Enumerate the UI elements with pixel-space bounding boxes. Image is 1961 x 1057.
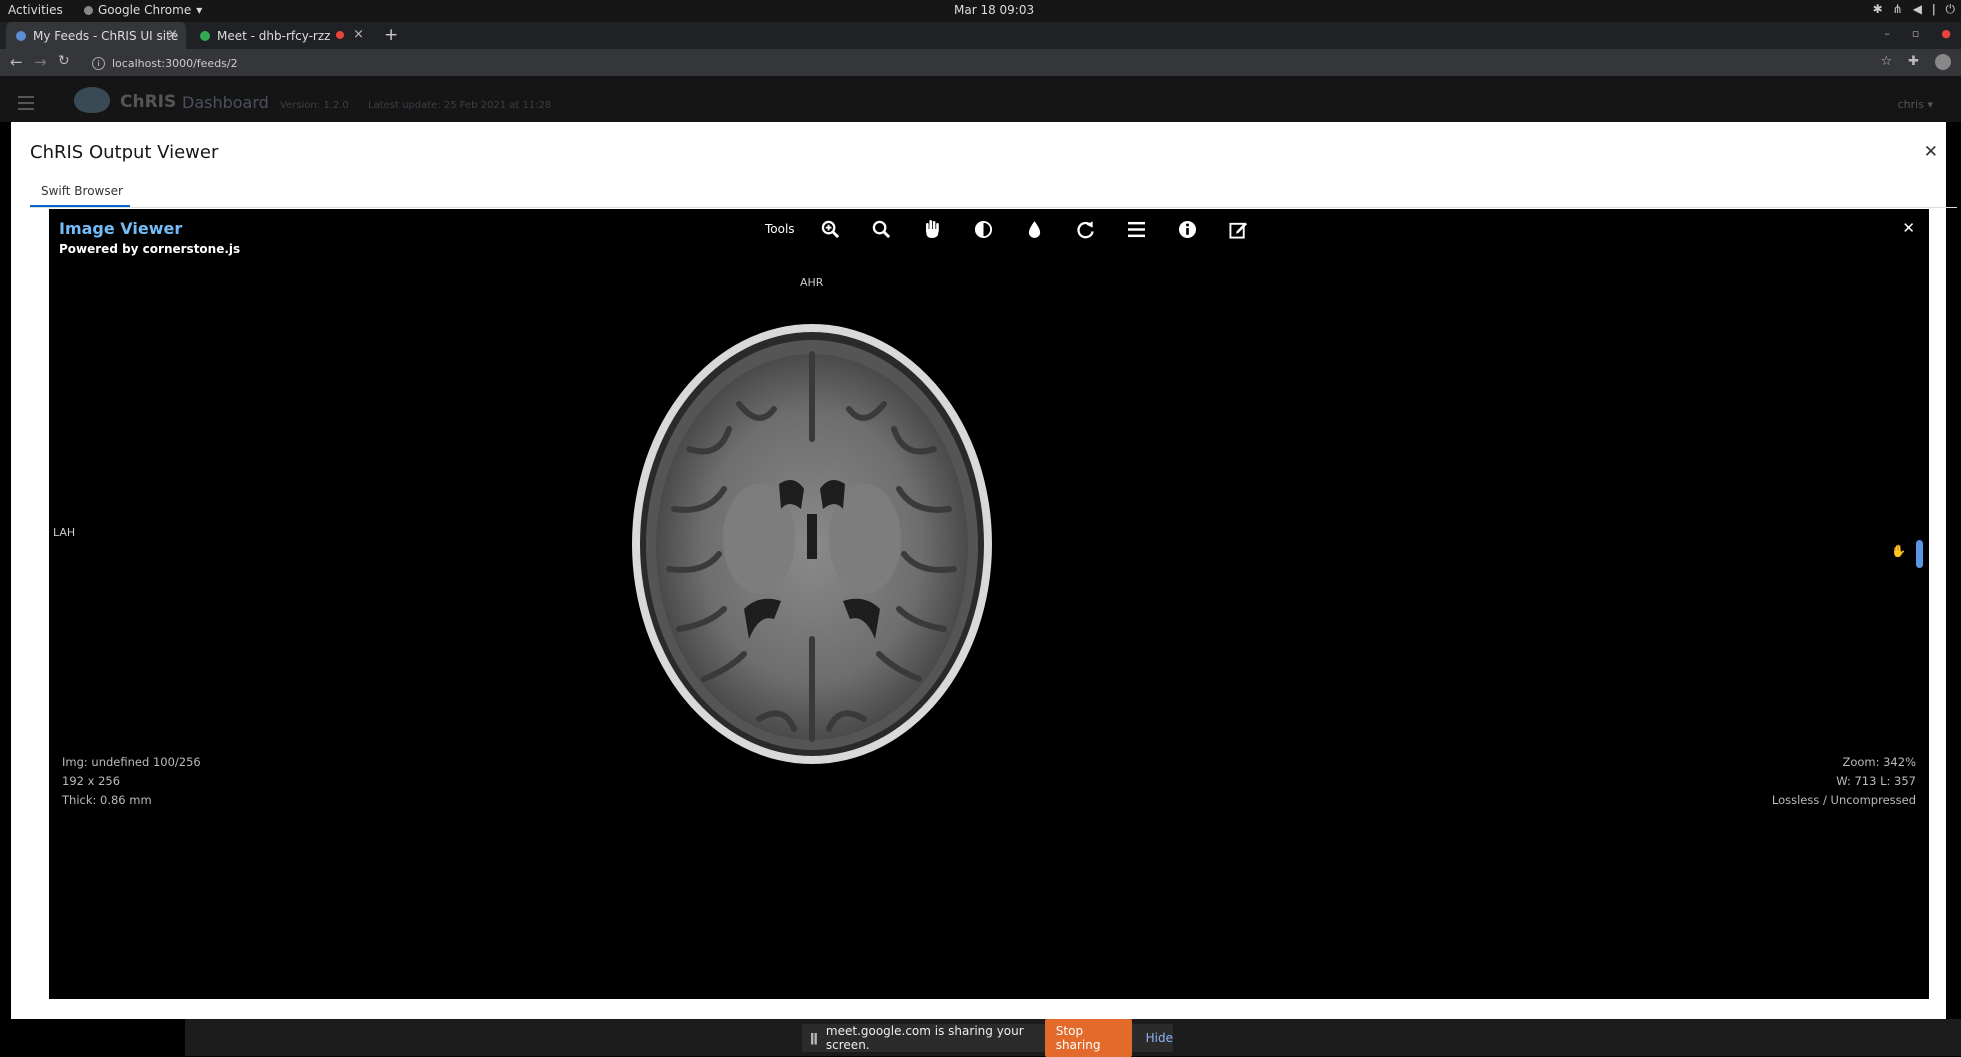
image-index: Img: undefined 100/256 bbox=[62, 755, 201, 769]
color-drop-icon[interactable] bbox=[1009, 216, 1060, 242]
search-icon[interactable] bbox=[856, 216, 907, 242]
zoom-icon[interactable] bbox=[805, 216, 856, 242]
orientation-left-label: LAH bbox=[53, 526, 76, 539]
window-controls: – ▫ ● bbox=[1884, 27, 1951, 40]
app-menu[interactable]: Google Chrome ▾ bbox=[84, 3, 202, 17]
version-text: Version: 1.2.0 bbox=[280, 100, 349, 111]
pan-hand-icon[interactable] bbox=[907, 216, 958, 242]
last-update-text: Latest update: 25 Feb 2021 at 11:28 bbox=[368, 100, 552, 111]
extensions-icon[interactable]: ✚ bbox=[1908, 54, 1919, 70]
viewer-toolbar: Tools bbox=[765, 216, 1264, 242]
site-info-icon[interactable]: i bbox=[92, 56, 105, 70]
info-icon[interactable] bbox=[1162, 216, 1213, 242]
profile-avatar[interactable] bbox=[1935, 54, 1951, 70]
forward-icon[interactable]: → bbox=[34, 53, 47, 71]
app-name: Google Chrome bbox=[98, 3, 192, 17]
url-field[interactable]: i localhost:3000/feeds/2 bbox=[92, 53, 1867, 73]
viewer-subtitle: Powered by cornerstone.js bbox=[59, 242, 241, 256]
slice-scrollbar[interactable] bbox=[1916, 540, 1923, 568]
close-window-icon[interactable]: ● bbox=[1941, 27, 1951, 40]
edit-icon[interactable] bbox=[1213, 216, 1264, 242]
mri-brain-image bbox=[632, 324, 992, 764]
menu-icon[interactable] bbox=[1111, 216, 1162, 242]
favicon-icon bbox=[16, 30, 26, 41]
zoom-level: Zoom: 342% bbox=[1842, 755, 1916, 769]
modal-title: ChRIS Output Viewer bbox=[30, 142, 219, 163]
chrome-icon bbox=[84, 5, 93, 15]
settings-icon: ✱ bbox=[1872, 2, 1883, 16]
hand-cursor-icon: ✋ bbox=[1891, 544, 1906, 558]
orientation-top-label: AHR bbox=[800, 276, 824, 289]
tools-label: Tools bbox=[765, 222, 795, 236]
url-text: localhost:3000/feeds/2 bbox=[112, 56, 238, 70]
brand-subtitle: Dashboard bbox=[182, 93, 269, 112]
tab-label: My Feeds - ChRIS UI site bbox=[33, 28, 179, 43]
hamburger-menu-icon[interactable] bbox=[18, 96, 34, 114]
recording-icon bbox=[336, 31, 344, 39]
contrast-icon[interactable] bbox=[958, 216, 1009, 242]
share-message: meet.google.com is sharing your screen. bbox=[825, 1024, 1024, 1052]
clock[interactable]: Mar 18 09:03 bbox=[954, 3, 1034, 17]
toolbar-icons: ☆ ✚ bbox=[1880, 54, 1951, 70]
pause-icon: ǁ bbox=[810, 1031, 818, 1045]
viewer-title: Image Viewer bbox=[59, 219, 183, 238]
image-info-overlay: Img: undefined 100/256 192 x 256 Thick: … bbox=[62, 753, 201, 810]
chevron-down-icon: ▾ bbox=[196, 3, 203, 17]
brain-logo-icon bbox=[74, 87, 110, 113]
reload-icon[interactable]: ↻ bbox=[58, 53, 70, 69]
rotate-icon[interactable] bbox=[1060, 216, 1111, 242]
favicon-icon bbox=[200, 30, 210, 41]
brand-name: ChRIS bbox=[120, 92, 177, 112]
system-top-bar: Activities Google Chrome ▾ Mar 18 09:03 … bbox=[0, 0, 1961, 22]
tab-strip: My Feeds - ChRIS UI site × Meet - dhb-rf… bbox=[0, 22, 1961, 49]
close-tab-icon[interactable]: × bbox=[353, 27, 364, 42]
minimize-icon[interactable]: – bbox=[1884, 27, 1890, 40]
slice-thickness: Thick: 0.86 mm bbox=[62, 793, 152, 807]
display-info-overlay: Zoom: 342% W: 713 L: 357 Lossless / Unco… bbox=[1772, 753, 1916, 810]
close-icon[interactable]: ✕ bbox=[1924, 142, 1938, 162]
system-tray[interactable]: ✱ ⋔ ◀ ǀ ⏻ bbox=[1873, 2, 1955, 17]
image-viewer[interactable]: Image Viewer Powered by cornerstone.js T… bbox=[49, 209, 1929, 999]
image-dimensions: 192 x 256 bbox=[62, 774, 121, 788]
hide-button[interactable]: Hide bbox=[1146, 1031, 1173, 1045]
network-icon: ⋔ bbox=[1892, 2, 1903, 16]
new-tab-button[interactable]: + bbox=[384, 25, 398, 45]
screen-share-bar: ǁ meet.google.com is sharing your screen… bbox=[802, 1019, 1173, 1057]
close-tab-icon[interactable]: × bbox=[167, 27, 178, 42]
volume-icon: ◀ bbox=[1912, 2, 1922, 16]
user-name: chris bbox=[1897, 98, 1924, 111]
dashboard-header: ChRIS Dashboard Version: 1.2.0 Latest up… bbox=[0, 76, 1961, 122]
compression-info: Lossless / Uncompressed bbox=[1771, 793, 1916, 807]
back-icon[interactable]: ← bbox=[10, 53, 23, 71]
address-bar-row: ← → ↻ i localhost:3000/feeds/2 ☆ ✚ bbox=[0, 49, 1961, 76]
chevron-down-icon: ▾ bbox=[1927, 98, 1933, 111]
stop-sharing-button[interactable]: Stop sharing bbox=[1044, 1019, 1132, 1057]
tab-label: Meet - dhb-rfcy-rzz bbox=[217, 28, 331, 43]
close-viewer-icon[interactable]: ✕ bbox=[1902, 219, 1915, 237]
output-viewer-modal: ChRIS Output Viewer ✕ Swift Browser Imag… bbox=[11, 122, 1957, 1019]
microphone-icon: ǀ bbox=[1931, 2, 1936, 16]
user-menu[interactable]: chris ▾ bbox=[1898, 98, 1933, 111]
power-icon: ⏻ bbox=[1945, 2, 1956, 16]
bookmark-star-icon[interactable]: ☆ bbox=[1880, 54, 1892, 70]
tab-meet[interactable]: Meet - dhb-rfcy-rzz × bbox=[190, 22, 372, 49]
tab-swift-browser[interactable]: Swift Browser bbox=[30, 184, 130, 208]
tab-divider bbox=[30, 207, 1957, 208]
activities-button[interactable]: Activities bbox=[8, 3, 63, 17]
tab-my-feeds[interactable]: My Feeds - ChRIS UI site × bbox=[6, 22, 186, 49]
window-level: W: 713 L: 357 bbox=[1836, 774, 1916, 788]
maximize-icon[interactable]: ▫ bbox=[1912, 27, 1919, 40]
